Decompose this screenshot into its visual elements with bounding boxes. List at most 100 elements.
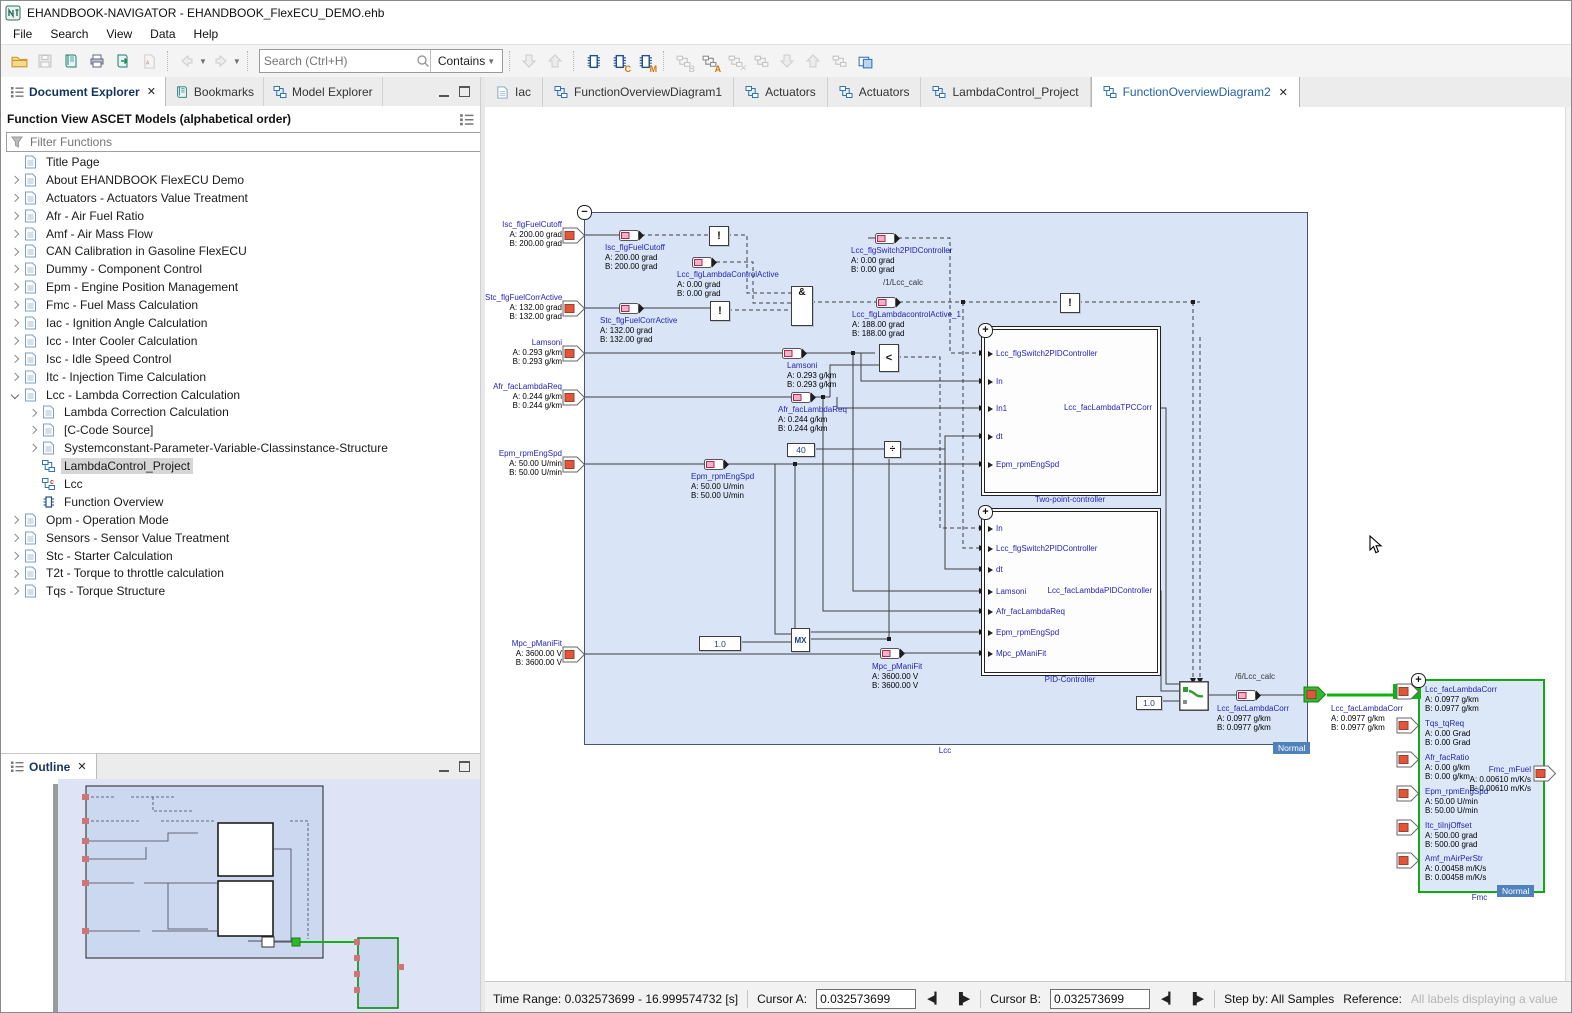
nav-back-caret-icon[interactable]: ▼ (199, 57, 207, 66)
tree-item[interactable]: Itc - Injection Time Calculation (1, 368, 479, 386)
tree-item[interactable]: Opm - Operation Mode (1, 511, 479, 529)
tree-item-lcc-model[interactable]: Lcc (1, 475, 479, 493)
fmc-output-port-icon[interactable] (1533, 765, 1557, 782)
nav-back-icon[interactable] (175, 49, 199, 73)
arrow-import-icon[interactable] (775, 49, 799, 73)
constant[interactable]: 1.0 (699, 636, 741, 651)
signal-tap[interactable] (876, 297, 901, 308)
maximize-panel-icon[interactable] (459, 761, 470, 772)
tree-item[interactable]: Lambda Correction Calculation (1, 403, 479, 421)
tree-item-lcc[interactable]: Lcc - Lambda Correction Calculation (1, 386, 479, 404)
tree-item[interactable]: Tqs - Torque Structure (1, 582, 479, 600)
not-operator[interactable]: ! (709, 226, 729, 246)
diagram-a-icon[interactable]: A (697, 49, 721, 73)
minimize-panel-icon[interactable] (439, 762, 449, 772)
input-port-icon[interactable] (562, 227, 586, 244)
tab-document-explorer[interactable]: Document Explorer ✕ (1, 77, 166, 106)
cursor-a-step-forward-icon[interactable]: ▐▶ (953, 992, 971, 1005)
close-icon[interactable]: ✕ (147, 85, 156, 98)
tab-functionoverviewdiagram1[interactable]: FunctionOverviewDiagram1 (543, 77, 734, 107)
tree-item[interactable]: T2t - Torque to throttle calculation (1, 564, 479, 582)
tab-outline[interactable]: Outline ✕ (1, 754, 97, 779)
fmc-port-icon[interactable] (1396, 785, 1420, 802)
arrow-export-icon[interactable] (801, 49, 825, 73)
tree-item[interactable]: CAN Calibration in Gasoline FlexECU (1, 242, 479, 260)
minimize-panel-icon[interactable] (439, 87, 449, 97)
tree-item-lambdacontrol-project[interactable]: LambdaControl_Project (1, 457, 479, 475)
view-menu-icon[interactable] (459, 113, 474, 126)
pdf-export-icon[interactable] (137, 49, 161, 73)
tree-item[interactable]: Fmc - Fuel Mass Calculation (1, 296, 479, 314)
input-port-icon[interactable] (562, 646, 586, 663)
tab-model-explorer[interactable]: Model Explorer (264, 77, 383, 106)
tree-item[interactable]: Iac - Ignition Angle Calculation (1, 314, 479, 332)
expand-fmc-button[interactable]: + (1411, 673, 1426, 688)
cursor-b-step-back-icon[interactable]: ◀▎ (1159, 992, 1178, 1005)
menu-file[interactable]: File (5, 25, 40, 43)
connector-icon[interactable] (749, 49, 773, 73)
nav-forward-caret-icon[interactable]: ▼ (233, 57, 241, 66)
switch-operator[interactable] (1179, 681, 1209, 711)
input-port-icon[interactable] (562, 300, 586, 317)
signal-tap[interactable] (791, 392, 816, 403)
search-input[interactable] (260, 54, 416, 68)
input-port-icon[interactable] (562, 345, 586, 362)
signal-tap[interactable] (782, 348, 807, 359)
tree-item[interactable]: About EHANDBOOK FlexECU Demo (1, 171, 479, 189)
signal-tap[interactable] (880, 648, 905, 659)
signal-tap[interactable] (619, 230, 644, 241)
tab-lambdacontrol-project[interactable]: LambdaControl_Project (921, 77, 1090, 107)
outline-thumbnail[interactable] (1, 779, 480, 1013)
mux-operator[interactable]: MX (791, 628, 810, 652)
menu-help[interactable]: Help (186, 25, 227, 43)
tree-item[interactable]: Amf - Air Mass Flow (1, 225, 479, 243)
component-c-icon[interactable]: C (607, 49, 631, 73)
input-port-icon[interactable] (562, 389, 586, 406)
cursor-a-step-back-icon[interactable]: ◀▎ (925, 992, 944, 1005)
tab-bookmarks[interactable]: Bookmarks (166, 77, 264, 106)
less-operator[interactable]: < (879, 344, 899, 372)
close-icon[interactable]: ✕ (1279, 86, 1288, 99)
signal-tap[interactable] (1236, 690, 1261, 701)
cursor-b-input[interactable] (1050, 989, 1150, 1009)
open-folder-icon[interactable] (7, 49, 31, 73)
handbook-icon[interactable] (59, 49, 83, 73)
diagram-b-icon[interactable]: B (671, 49, 695, 73)
diagram-remove-icon[interactable]: ✕ (723, 49, 747, 73)
menu-data[interactable]: Data (142, 25, 183, 43)
signal-tap[interactable] (619, 303, 644, 314)
tree-item[interactable]: Sensors - Sensor Value Treatment (1, 529, 479, 547)
save-icon[interactable] (33, 49, 57, 73)
window-layout-icon[interactable] (853, 49, 877, 73)
tab-actuators-1[interactable]: Actuators (734, 77, 828, 107)
fmc-port-icon[interactable] (1396, 751, 1420, 768)
not-operator[interactable]: ! (1060, 293, 1080, 313)
tree-item[interactable]: Title Page (1, 153, 479, 171)
tree-item[interactable]: Systemconstant-Parameter-Variable-Classi… (1, 439, 479, 457)
diagram-canvas[interactable]: − (485, 107, 1572, 981)
output-port-icon[interactable] (1303, 686, 1327, 703)
div-operator[interactable]: ÷ (884, 441, 901, 458)
jump-up-icon[interactable] (543, 49, 567, 73)
cursor-b-step-forward-icon[interactable]: ▐▶ (1187, 992, 1205, 1005)
tab-iac[interactable]: Iac (485, 77, 543, 107)
menu-view[interactable]: View (98, 25, 140, 43)
component-model-icon[interactable] (581, 49, 605, 73)
tree-item[interactable]: [C-Code Source] (1, 421, 479, 439)
tree-item[interactable]: Stc - Starter Calculation (1, 547, 479, 565)
signal-tap[interactable] (875, 233, 900, 244)
cursor-a-input[interactable] (816, 989, 916, 1009)
filter-input[interactable] (28, 134, 479, 150)
signal-tap[interactable] (692, 257, 717, 268)
and-operator[interactable]: & (791, 286, 813, 326)
fmc-port-icon[interactable] (1396, 717, 1420, 734)
tree-item[interactable]: Epm - Engine Position Management (1, 278, 479, 296)
nav-forward-icon[interactable] (209, 49, 233, 73)
tab-actuators-2[interactable]: Actuators (828, 77, 922, 107)
tree-item[interactable]: Actuators - Actuators Value Treatment (1, 189, 479, 207)
tree-item[interactable]: Afr - Air Fuel Ratio (1, 207, 479, 225)
export-handbook-icon[interactable] (111, 49, 135, 73)
not-operator[interactable]: ! (710, 301, 730, 321)
fmc-port-icon[interactable] (1396, 819, 1420, 836)
input-port-icon[interactable] (562, 456, 586, 473)
